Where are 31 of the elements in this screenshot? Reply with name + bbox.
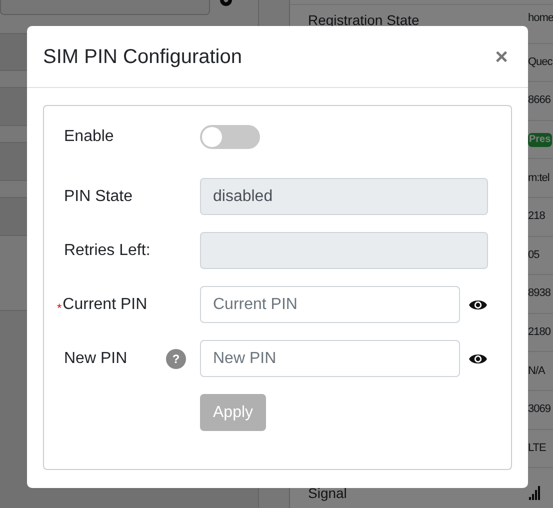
toggle-switch[interactable]	[200, 125, 260, 149]
help-icon[interactable]: ?	[166, 348, 186, 368]
row-value: 8666	[528, 95, 550, 106]
row-value: home	[528, 13, 553, 24]
close-button[interactable]: ×	[495, 46, 508, 68]
field-label: Current PIN	[62, 294, 148, 314]
pin-field[interactable]: Current PIN	[200, 286, 460, 323]
row-value: 2180	[528, 327, 550, 338]
field-label: Retries Left:	[64, 240, 150, 260]
readonly-field: disabled	[200, 178, 488, 215]
field-label: Enable	[64, 127, 114, 147]
row-label: Signal	[308, 486, 348, 500]
row-value: m:tel	[528, 172, 550, 184]
row-value: 05	[528, 250, 540, 261]
required-mark: *	[57, 300, 62, 316]
row-value: N/A	[528, 366, 545, 377]
input-field[interactable]	[0, 0, 210, 15]
row-label: Registration State	[308, 13, 420, 27]
row-value: 8938	[528, 288, 550, 300]
eye-icon[interactable]	[469, 352, 487, 364]
dialog-title: SIM PIN Configuration	[43, 44, 242, 70]
eye-icon[interactable]	[469, 298, 487, 310]
row-value: LTE	[528, 442, 546, 454]
pin-field[interactable]: New PIN	[200, 340, 460, 377]
signal-icon	[529, 486, 541, 500]
row-value: 3069	[528, 404, 550, 416]
field-label: PIN State	[64, 186, 132, 206]
row-value: 218	[528, 211, 545, 222]
field-label: New PIN	[64, 348, 128, 368]
status-badge: Pres	[528, 132, 552, 147]
row-value: Quec	[528, 56, 552, 68]
